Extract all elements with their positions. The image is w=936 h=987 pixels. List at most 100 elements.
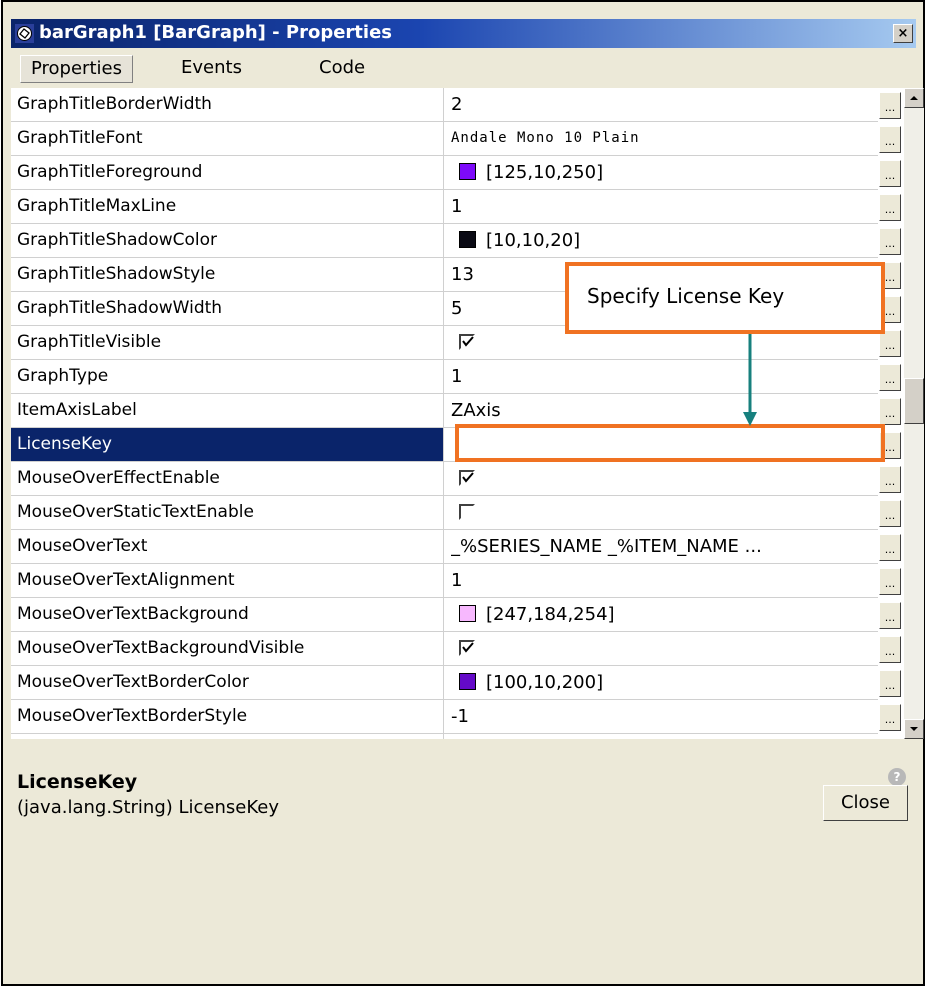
vertical-scrollbar[interactable] — [904, 88, 924, 739]
property-row[interactable]: MouseOverTextBorderColor [100,10,200] — [11, 666, 880, 700]
property-row[interactable]: MouseOverTextBorderStyle -1 — [11, 700, 880, 734]
ellipsis-button[interactable]: ... — [879, 330, 901, 357]
description-text: (java.lang.String) LicenseKey — [17, 797, 280, 818]
property-row[interactable]: MouseOverStaticTextEnable — [11, 496, 880, 530]
property-name: GraphTitleBorderWidth — [11, 88, 444, 121]
scroll-down-button[interactable] — [904, 719, 924, 739]
property-value-text: 1 — [451, 570, 463, 591]
ellipsis-button[interactable]: ... — [879, 194, 901, 221]
property-value[interactable] — [451, 632, 851, 665]
color-swatch — [459, 605, 476, 622]
checkbox[interactable] — [459, 640, 475, 656]
property-value-text: 5 — [451, 298, 463, 319]
property-row[interactable]: MouseOverTextBorderWidth 1 — [11, 734, 880, 739]
property-value[interactable] — [451, 496, 851, 529]
property-value[interactable] — [451, 462, 851, 495]
ellipsis-button[interactable]: ... — [879, 228, 901, 255]
property-value[interactable]: 1 — [451, 360, 851, 393]
property-value-text: _%SERIES_NAME _%ITEM_NAME ... — [451, 536, 762, 557]
close-window-button[interactable]: × — [893, 24, 913, 43]
property-name: MouseOverTextBackgroundVisible — [11, 632, 444, 665]
property-row[interactable]: MouseOverText _%SERIES_NAME _%ITEM_NAME .… — [11, 530, 880, 564]
property-name: GraphTitleForeground — [11, 156, 444, 189]
ellipsis-button[interactable]: ... — [879, 500, 901, 527]
color-swatch — [459, 673, 476, 690]
ellipsis-button[interactable]: ... — [879, 534, 901, 561]
title-bar[interactable]: barGraph1 [BarGraph] - Properties × — [11, 19, 916, 48]
property-value-text: [247,184,254] — [486, 604, 615, 625]
tab-properties[interactable]: Properties — [20, 55, 133, 83]
property-value-text: ZAxis — [451, 400, 501, 421]
property-value[interactable]: -1 — [451, 700, 851, 733]
property-value[interactable]: [125,10,250] — [451, 156, 851, 189]
property-row[interactable]: GraphTitleBorderWidth 2 — [11, 88, 880, 122]
property-value[interactable]: 1 — [451, 564, 851, 597]
scroll-up-button[interactable] — [904, 88, 924, 108]
property-value-text: 13 — [451, 264, 474, 285]
checkbox[interactable] — [459, 504, 475, 520]
bean-icon — [15, 24, 34, 43]
tab-code[interactable]: Code — [309, 55, 375, 81]
property-value[interactable]: [247,184,254] — [451, 598, 851, 631]
property-value-text: 1 — [451, 366, 463, 387]
property-name: MouseOverText — [11, 530, 444, 563]
property-row[interactable]: GraphTitleMaxLine 1 — [11, 190, 880, 224]
property-value[interactable]: _%SERIES_NAME _%ITEM_NAME ... — [451, 530, 851, 563]
property-value[interactable]: [10,10,20] — [451, 224, 851, 257]
arrow-up-icon — [910, 96, 918, 100]
ellipsis-button[interactable]: ... — [879, 364, 901, 391]
property-name: MouseOverTextBackground — [11, 598, 444, 631]
property-value[interactable]: Andale Mono 10 Plain — [451, 122, 851, 155]
property-value[interactable]: ZAxis — [451, 394, 851, 427]
property-name: GraphType — [11, 360, 444, 393]
property-row[interactable]: MouseOverTextBackground [247,184,254] — [11, 598, 880, 632]
description-panel: LicenseKey (java.lang.String) LicenseKey… — [11, 745, 916, 985]
checkmark-icon — [462, 642, 474, 653]
arrow-down-icon — [910, 727, 918, 731]
tab-events[interactable]: Events — [171, 55, 252, 81]
help-icon[interactable]: ? — [888, 768, 906, 786]
property-row[interactable]: GraphTitleFont Andale Mono 10 Plain — [11, 122, 880, 156]
checkmark-icon — [462, 472, 474, 483]
property-value[interactable]: 2 — [451, 88, 851, 121]
ellipsis-button[interactable]: ... — [879, 602, 901, 629]
window-title: barGraph1 [BarGraph] - Properties — [39, 22, 392, 43]
close-button[interactable]: Close — [823, 785, 908, 821]
ellipsis-button[interactable]: ... — [879, 92, 901, 119]
color-swatch — [459, 163, 476, 180]
property-value[interactable]: 1 — [451, 734, 851, 739]
property-row[interactable]: MouseOverTextBackgroundVisible — [11, 632, 880, 666]
property-name: GraphTitleShadowStyle — [11, 258, 444, 291]
ellipsis-button[interactable]: ... — [879, 568, 901, 595]
license-key-highlight — [455, 424, 885, 462]
ellipsis-button[interactable]: ... — [879, 466, 901, 493]
checkbox[interactable] — [459, 470, 475, 486]
property-name: GraphTitleMaxLine — [11, 190, 444, 223]
property-value[interactable]: [100,10,200] — [451, 666, 851, 699]
checkbox[interactable] — [459, 334, 475, 350]
callout-text: Specify License Key — [587, 284, 785, 308]
property-name: GraphTitleShadowWidth — [11, 292, 444, 325]
checkmark-icon — [462, 336, 474, 347]
scroll-thumb[interactable] — [904, 378, 924, 424]
property-row[interactable]: MouseOverTextAlignment 1 — [11, 564, 880, 598]
property-row[interactable]: GraphTitleForeground [125,10,250] — [11, 156, 880, 190]
ellipsis-button[interactable]: ... — [879, 126, 901, 153]
property-value-text: [100,10,200] — [486, 672, 604, 693]
property-value-text: Andale Mono 10 Plain — [451, 130, 640, 146]
property-name: LicenseKey — [11, 428, 444, 461]
callout-arrow — [743, 334, 757, 426]
property-row[interactable]: GraphTitleShadowColor [10,10,20] — [11, 224, 880, 258]
callout-box: Specify License Key — [565, 262, 885, 334]
property-row[interactable]: MouseOverEffectEnable — [11, 462, 880, 496]
ellipsis-button[interactable]: ... — [879, 160, 901, 187]
property-name: MouseOverTextBorderColor — [11, 666, 444, 699]
ellipsis-button[interactable]: ... — [879, 636, 901, 663]
property-name: MouseOverTextAlignment — [11, 564, 444, 597]
ellipsis-button[interactable]: ... — [879, 704, 901, 731]
ellipsis-button[interactable]: ... — [879, 398, 901, 425]
property-name: GraphTitleVisible — [11, 326, 444, 359]
ellipsis-button[interactable]: ... — [879, 670, 901, 697]
property-value[interactable]: 1 — [451, 190, 851, 223]
color-swatch — [459, 231, 476, 248]
